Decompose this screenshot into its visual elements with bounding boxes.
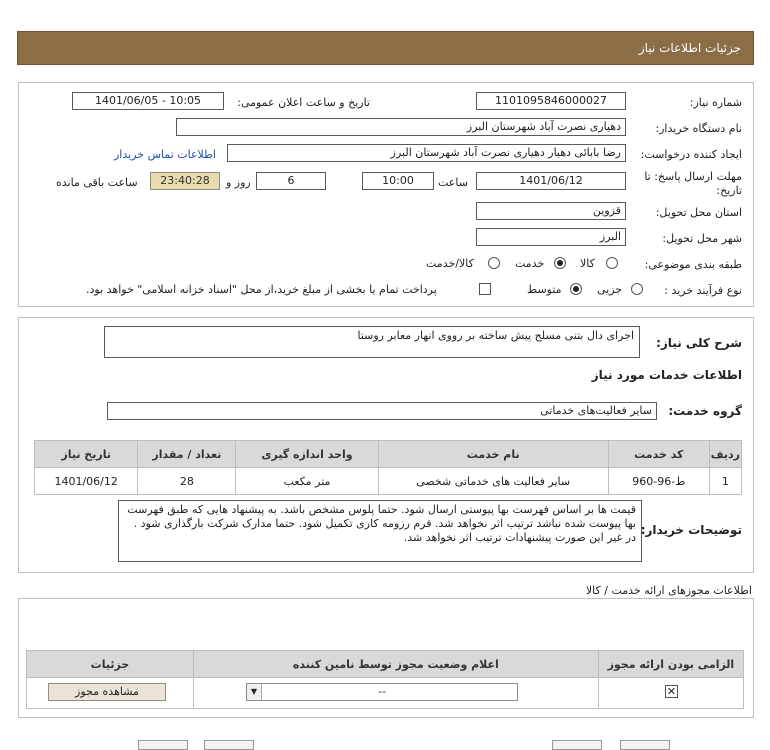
province-label: استان محل تحویل: [655,206,742,219]
deadline-date-field: 1401/06/12 [476,172,626,190]
announce-datetime-field: 1401/06/05 - 10:05 [72,92,224,110]
need-details-panel [18,82,754,307]
need-number-label: شماره نیاز: [689,96,742,109]
creator-label: ایجاد کننده درخواست: [640,148,742,161]
services-heading: اطلاعات خدمات مورد نیاز [591,368,742,382]
buyer-org-field: دهیاری نصرت آباد شهرستان البرز [176,118,626,136]
category-radio-service[interactable] [554,257,566,269]
service-group-label: گروه خدمت: [668,404,742,418]
col-quantity: تعداد / مقدار [137,440,237,468]
chevron-down-icon[interactable]: ▼ [247,684,262,700]
days-field: 6 [256,172,326,190]
buyer-contact-link[interactable]: اطلاعات تماس خریدار [114,148,216,161]
col-row: ردیف [708,440,743,468]
view-permit-button[interactable]: مشاهده مجوز [48,683,166,701]
cell-quantity: 28 [137,467,237,495]
permit-required-checkbox: ✕ [665,685,678,698]
footer-button[interactable] [138,740,188,750]
remaining-time-field: 23:40:28 [150,172,220,190]
footer-button[interactable] [552,740,602,750]
creator-field: رضا بابائی دهیار دهیاری نصرت آباد شهرستا… [227,144,626,162]
process-option-medium: متوسط [527,283,562,296]
treasury-checkbox[interactable] [479,283,491,295]
summary-label: شرح کلی نیاز: [656,336,742,350]
cell-row: 1 [708,467,743,495]
category-option-goods-service: کالا/خدمت [426,257,474,270]
services-table: ردیف کد خدمت نام خدمت واحد اندازه گیری ت… [33,440,743,495]
col-permit-required: الزامی بودن ارائه مجوز [597,650,745,678]
permits-heading: اطلاعات مجوزهای ارائه خدمت / کالا [585,584,752,597]
permit-status-select[interactable]: ▼ -- [246,683,518,701]
deadline-label-line2: تاریخ: [716,184,742,197]
buyer-notes-field: قیمت ها بر اساس فهرست بها پیوستی ارسال ش… [118,500,642,562]
deadline-label-line1: مهلت ارسال پاسخ: تا [644,170,742,183]
city-label: شهر محل تحویل: [662,232,742,245]
cell-service-name: سایر فعالیت های خدماتی شخصی [377,467,609,495]
col-service-name: نام خدمت [377,440,609,468]
category-radio-goods[interactable] [606,257,618,269]
city-field: البرز [476,228,626,246]
category-label: طبقه بندی موضوعی: [644,258,742,271]
page-title-bar: جزئیات اطلاعات نیاز [17,31,754,65]
remaining-time-label: ساعت باقی مانده [56,176,138,189]
need-number-field: 1101095846000027 [476,92,626,110]
announce-datetime-label: تاریخ و ساعت اعلان عمومی: [237,96,370,109]
treasury-note: پرداخت تمام یا بخشی از مبلغ خرید،از محل … [86,283,437,296]
process-radio-medium[interactable] [570,283,582,295]
table-row: 1 ط-96-960 سایر فعالیت های خدماتی شخصی م… [33,467,743,495]
footer-button[interactable] [620,740,670,750]
province-field: قزوین [476,202,626,220]
process-type-label: نوع فرآیند خرید : [664,284,742,297]
days-label: روز و [226,176,251,189]
page-title: جزئیات اطلاعات نیاز [638,41,741,55]
category-radio-goods-service[interactable] [488,257,500,269]
deadline-time-field: 10:00 [362,172,434,190]
cell-need-date: 1401/06/12 [33,467,139,495]
process-radio-minor[interactable] [631,283,643,295]
buyer-org-label: نام دستگاه خریدار: [655,122,742,135]
summary-field: اجرای دال بتنی مسلح پیش ساخته بر رووی ان… [104,326,640,358]
process-option-minor: جزیی [597,283,623,296]
deadline-time-label: ساعت [438,176,468,189]
footer-button[interactable] [204,740,254,750]
col-permit-status: اعلام وضعیت مجوز توسط نامین کننده [192,650,599,678]
col-unit: واحد اندازه گیری [235,440,379,468]
category-option-service: خدمت [515,257,545,270]
buyer-notes-label: توضیحات خریدار: [640,523,742,537]
permit-status-value: -- [378,685,386,698]
category-option-goods: کالا [580,257,595,270]
cell-service-code: ط-96-960 [607,467,710,495]
col-need-date: تاریخ نیاز [33,440,139,468]
cell-unit: متر مکعب [235,467,379,495]
service-group-field: سایر فعالیت‌های خدماتی [107,402,657,420]
col-permit-details: جزئیات [26,650,194,678]
col-service-code: کد خدمت [607,440,710,468]
